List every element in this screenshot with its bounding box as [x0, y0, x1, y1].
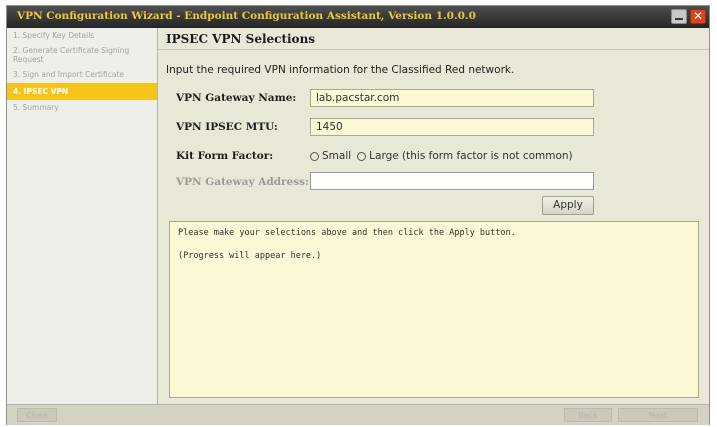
- close-button[interactable]: Close: [17, 408, 57, 422]
- radio-small[interactable]: [310, 151, 319, 161]
- next-button[interactable]: Next: [618, 408, 698, 422]
- gateway-name-label: VPN Gateway Name:: [176, 92, 297, 104]
- gateway-address-input[interactable]: [310, 172, 594, 190]
- window-title: VPN Configuration Wizard - Endpoint Conf…: [17, 10, 476, 22]
- gateway-name-input[interactable]: lab.pacstar.com: [310, 89, 594, 107]
- main-panel: IPSEC VPN Selections Input the required …: [158, 28, 709, 404]
- progress-line: (Progress will appear here.): [178, 251, 322, 261]
- ipsec-mtu-label: VPN IPSEC MTU:: [176, 121, 278, 133]
- close-icon[interactable]: ✕: [690, 9, 706, 24]
- back-button[interactable]: Back: [564, 408, 612, 422]
- step-generate-csr[interactable]: 2. Generate Certificate Signing Request: [7, 43, 157, 67]
- progress-line: Please make your selections above and th…: [178, 228, 516, 238]
- kit-form-factor-radio-group: Small Large (this form factor is not com…: [310, 150, 579, 162]
- radio-large[interactable]: [357, 151, 367, 161]
- wizard-steps-sidebar: 1. Specify Key Details 2. Generate Certi…: [7, 28, 158, 404]
- step-specify-key-details[interactable]: 1. Specify Key Details: [7, 28, 157, 43]
- step-sign-import-certificate[interactable]: 3. Sign and Import Certificate: [7, 67, 157, 82]
- step-summary[interactable]: 5. Summary: [7, 100, 157, 115]
- apply-button[interactable]: Apply: [542, 196, 594, 215]
- section-heading: IPSEC VPN Selections: [158, 28, 709, 50]
- kit-form-factor-label: Kit Form Factor:: [176, 150, 274, 162]
- title-bar[interactable]: VPN Configuration Wizard - Endpoint Conf…: [7, 6, 709, 28]
- ipsec-mtu-input[interactable]: 1450: [310, 118, 594, 136]
- radio-small-label: Small: [322, 150, 352, 162]
- wizard-window: VPN Configuration Wizard - Endpoint Conf…: [6, 5, 710, 425]
- minimize-icon[interactable]: [671, 9, 687, 24]
- radio-large-label: Large (this form factor is not common): [369, 150, 573, 162]
- radio-option-large[interactable]: Large (this form factor is not common): [357, 150, 573, 162]
- step-ipsec-vpn[interactable]: 4. IPSEC VPN: [7, 83, 157, 100]
- footer-bar: Close Back Next: [7, 404, 709, 425]
- progress-output: Please make your selections above and th…: [169, 221, 699, 398]
- instructions-text: Input the required VPN information for t…: [166, 64, 515, 76]
- gateway-address-label: VPN Gateway Address:: [176, 176, 309, 188]
- radio-option-small[interactable]: Small: [310, 150, 351, 162]
